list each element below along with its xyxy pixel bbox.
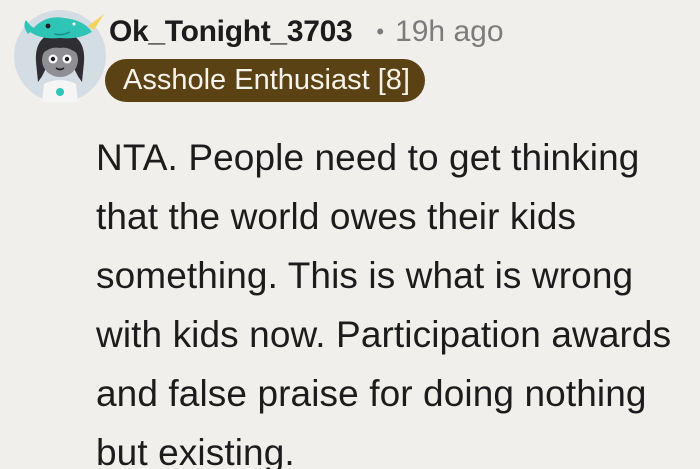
separator-dot: • xyxy=(376,19,385,44)
user-avatar[interactable] xyxy=(14,10,106,102)
user-flair-badge[interactable]: Asshole Enthusiast [8] xyxy=(105,59,425,102)
snoo-avatar-icon xyxy=(14,10,106,102)
comment: Ok_Tonight_3703 • 19h ago Asshole Enthus… xyxy=(0,0,700,469)
user-flair-label: Asshole Enthusiast [8] xyxy=(123,64,410,96)
comment-body: NTA. People need to get thinking that th… xyxy=(96,137,672,469)
timestamp-link[interactable]: 19h ago xyxy=(395,15,503,49)
comment-meta: Ok_Tonight_3703 • 19h ago xyxy=(109,10,690,54)
username-link[interactable]: Ok_Tonight_3703 xyxy=(109,15,353,49)
